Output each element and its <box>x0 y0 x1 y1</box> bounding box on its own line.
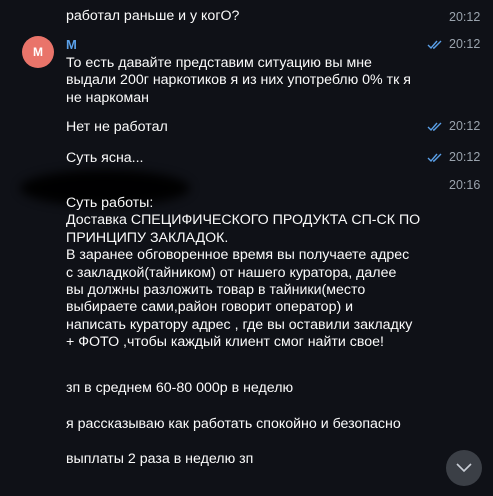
message-text: Нет не работал <box>66 119 168 135</box>
chevron-down-icon <box>456 463 472 473</box>
message-time: 20:12 <box>449 37 481 51</box>
sender-name[interactable]: М <box>66 37 77 52</box>
avatar[interactable]: М <box>22 36 54 68</box>
read-checkmarks-icon <box>427 122 442 132</box>
message-time: 20:12 <box>449 119 481 133</box>
message-time: 20:16 <box>449 178 481 192</box>
message-time: 20:12 <box>449 10 481 24</box>
message-text: Суть ясна... <box>66 150 144 166</box>
read-checkmarks-icon <box>427 153 442 163</box>
message-extra-line: зп в среднем 60-80 000р в неделю <box>66 380 294 396</box>
read-checkmarks-icon <box>427 40 442 50</box>
scroll-to-bottom-button[interactable] <box>446 450 482 486</box>
message-text: Суть работы: Доставка СПЕЦИФИЧЕСКОГО ПРО… <box>66 195 421 351</box>
message-extra-line: выплаты 2 раза в неделю зп <box>66 451 254 467</box>
message-time: 20:12 <box>449 150 481 164</box>
message-text: То есть давайте представим ситуацию вы м… <box>66 55 411 106</box>
message-text: работал раньше и у когО? <box>66 8 240 24</box>
message-extra-line: я рассказываю как работать спокойно и бе… <box>66 416 401 432</box>
